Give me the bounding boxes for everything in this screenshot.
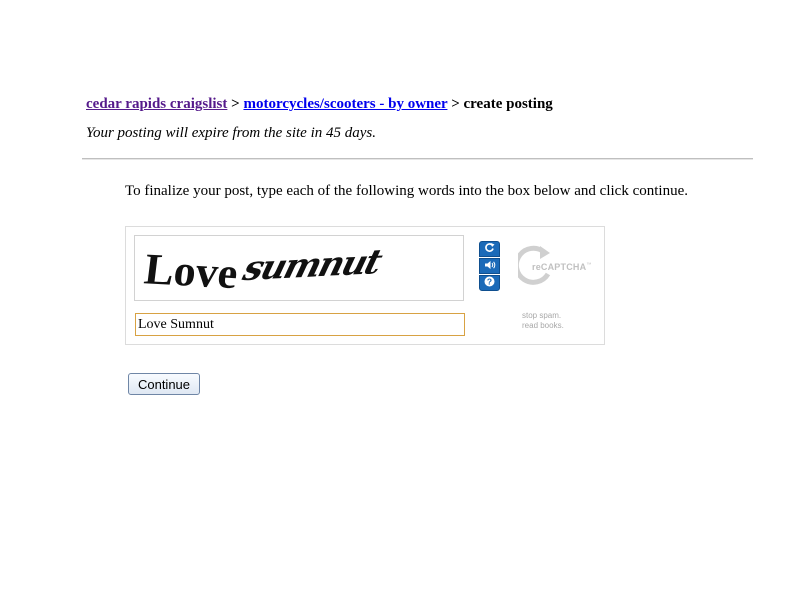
captcha-response-input[interactable] bbox=[135, 313, 465, 336]
audio-button[interactable] bbox=[479, 258, 500, 274]
recaptcha-widget: Love sumnut ? reCAPTCHA™ stop spam. read… bbox=[125, 226, 605, 345]
refresh-button[interactable] bbox=[479, 241, 500, 257]
help-icon: ? bbox=[484, 274, 495, 292]
breadcrumb-separator: > bbox=[231, 96, 240, 112]
tagline-line-2: read books. bbox=[522, 321, 564, 330]
breadcrumb-category-link[interactable]: motorcycles/scooters - by owner bbox=[243, 96, 447, 112]
recaptcha-logo: reCAPTCHA™ bbox=[518, 244, 598, 288]
divider bbox=[82, 158, 753, 160]
svg-text:?: ? bbox=[487, 277, 492, 287]
breadcrumb: cedar rapids craigslist > motorcycles/sc… bbox=[86, 96, 553, 113]
continue-button[interactable]: Continue bbox=[128, 373, 200, 395]
captcha-word-1: Love bbox=[142, 245, 241, 299]
breadcrumb-site-link[interactable]: cedar rapids craigslist bbox=[86, 96, 227, 112]
recaptcha-tagline: stop spam. read books. bbox=[522, 311, 564, 331]
captcha-controls: ? bbox=[479, 241, 501, 292]
tagline-line-1: stop spam. bbox=[522, 311, 562, 320]
recaptcha-logo-text: reCAPTCHA™ bbox=[532, 262, 592, 272]
captcha-word-2: sumnut bbox=[238, 242, 387, 289]
breadcrumb-separator: > bbox=[451, 96, 460, 112]
refresh-icon bbox=[484, 240, 495, 258]
captcha-challenge-image: Love sumnut bbox=[134, 235, 464, 301]
audio-icon bbox=[484, 257, 496, 275]
instructions-text: To finalize your post, type each of the … bbox=[125, 183, 688, 199]
expire-note: Your posting will expire from the site i… bbox=[86, 125, 377, 141]
breadcrumb-current: create posting bbox=[463, 96, 553, 112]
logo-name: reCAPTCHA bbox=[532, 262, 587, 272]
logo-trademark: ™ bbox=[586, 262, 592, 268]
help-button[interactable]: ? bbox=[479, 275, 500, 291]
